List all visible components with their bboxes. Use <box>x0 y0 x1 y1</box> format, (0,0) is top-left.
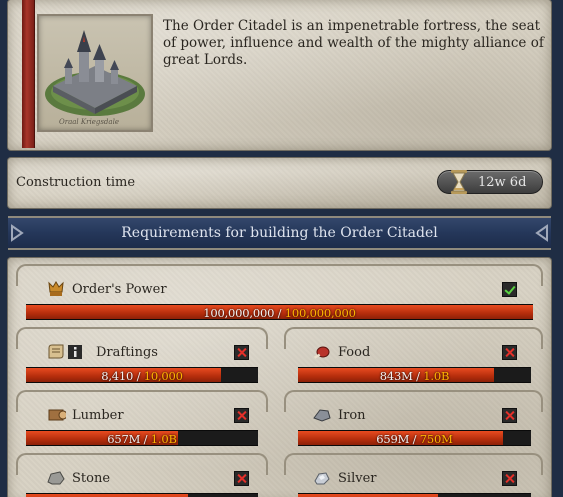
crest-icon <box>48 281 64 296</box>
requirement-stone: Stone <box>16 453 268 497</box>
requirement-lumber: Lumber 657M / 1.0B <box>16 390 268 452</box>
requirements-title: Requirements for building the Order Cita… <box>121 225 438 241</box>
progress-text: 843M / 1.0B <box>379 369 450 383</box>
requirement-iron: Iron 659M / 750M <box>284 390 543 452</box>
construction-time-label: Construction time <box>16 175 136 190</box>
progress-bar <box>26 493 258 497</box>
progress-text: 100,000,000 / 100,000,000 <box>203 306 356 320</box>
lumber-icon <box>48 409 66 421</box>
requirements-panel: Order's Power 100,000,000 / 100,000,000 … <box>8 258 551 497</box>
ornament-icon <box>535 224 548 242</box>
construction-time-pill: 12w 6d <box>437 170 543 194</box>
progress-bar: 659M / 750M <box>298 430 531 446</box>
status-cross-icon <box>234 345 249 360</box>
info-icon[interactable] <box>68 343 82 361</box>
requirement-name: Draftings <box>96 345 158 360</box>
status-cross-icon <box>502 345 517 360</box>
progress-text: 657M / 1.0B <box>107 432 177 446</box>
bookmark-ribbon <box>22 0 35 148</box>
progress-bar: 657M / 1.0B <box>26 430 258 446</box>
status-cross-icon <box>234 408 249 423</box>
progress-bar <box>298 493 531 497</box>
requirement-name: Food <box>338 345 371 360</box>
requirement-orders-power: Order's Power 100,000,000 / 100,000,000 <box>16 264 543 326</box>
progress-text: 8,410 / 10,000 <box>101 369 183 383</box>
stone-icon <box>47 471 65 485</box>
building-description: The Order Citadel is an impenetrable for… <box>163 18 544 68</box>
status-check-icon <box>502 282 517 297</box>
requirement-name: Silver <box>338 471 377 486</box>
progress-bar: 8,410 / 10,000 <box>26 367 258 383</box>
iron-icon <box>313 409 331 422</box>
citadel-image: Oraal Kriegsdale <box>37 14 153 132</box>
requirement-name: Stone <box>72 471 111 486</box>
requirement-name: Lumber <box>72 408 124 423</box>
requirement-silver: Silver <box>284 453 543 497</box>
progress-text: 659M / 750M <box>376 432 453 446</box>
requirement-draftings: Draftings 8,410 / 10,000 <box>16 327 268 389</box>
requirement-name: Iron <box>338 408 366 423</box>
status-cross-icon <box>502 471 517 486</box>
construction-time-bar: Construction time 12w 6d <box>8 158 551 208</box>
requirements-header: Requirements for building the Order Cita… <box>8 216 551 250</box>
status-cross-icon <box>234 471 249 486</box>
hourglass-icon <box>451 170 467 194</box>
meat-icon <box>313 346 330 359</box>
scroll-icon <box>48 344 64 359</box>
progress-bar: 100,000,000 / 100,000,000 <box>26 304 533 320</box>
svg-text:Oraal Kriegsdale: Oraal Kriegsdale <box>59 118 119 126</box>
progress-bar: 843M / 1.0B <box>298 367 531 383</box>
status-cross-icon <box>502 408 517 423</box>
silver-icon <box>314 472 330 485</box>
building-info-panel: Oraal Kriegsdale The Order Citadel is an… <box>8 0 551 150</box>
requirement-food: Food 843M / 1.0B <box>284 327 543 389</box>
construction-time-value: 12w 6d <box>478 175 527 190</box>
requirement-name: Order's Power <box>72 282 167 297</box>
